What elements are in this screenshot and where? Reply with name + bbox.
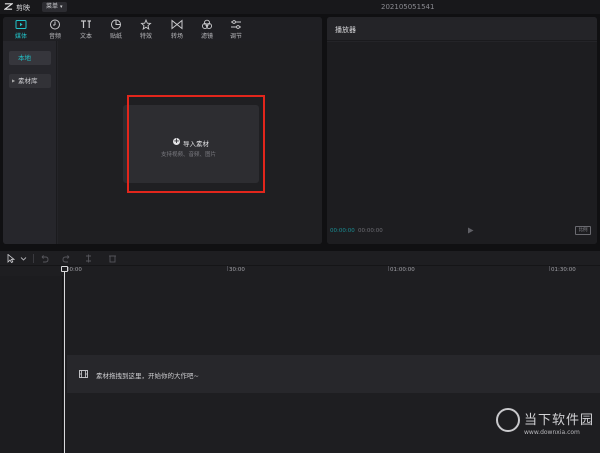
app-name: 剪映 [16, 4, 30, 12]
menu-button-label: 菜单 [46, 3, 59, 10]
menu-button[interactable]: 菜单 ▾ [42, 2, 67, 12]
current-time: 00:00:00 [330, 228, 355, 234]
ruler-tick [549, 266, 550, 271]
player-viewport: 00:00:00 00:00:00 比例 [327, 42, 597, 244]
film-icon [79, 370, 88, 378]
timeline-ruler[interactable]: 00:00 30:00 01:00:00 01:30:00 [0, 266, 600, 276]
adjust-icon [231, 20, 241, 29]
tab-label: 音频 [48, 33, 61, 40]
transition-icon [171, 19, 183, 30]
sidebar-item-label: 素材库 [18, 77, 38, 85]
watermark-url: www.downxia.com [524, 429, 580, 436]
text-icon [81, 20, 91, 28]
tab-label: 媒体 [14, 33, 27, 40]
chevron-down-icon[interactable] [19, 254, 28, 263]
title-bar: 剪映 菜单 ▾ 202105051541 [0, 0, 600, 14]
tab-sticker[interactable]: 贴纸 [101, 17, 131, 41]
tab-transition[interactable]: 转场 [162, 17, 192, 41]
ruler-tick [388, 266, 389, 271]
sidebar-item-library[interactable]: ▶ 素材库 [9, 74, 51, 88]
media-icon [15, 20, 27, 29]
watermark: 当下软件园 www.downxia.com [496, 405, 600, 453]
chevron-right-icon: ▶ [12, 78, 16, 83]
ruler-label: 01:30:00 [551, 267, 576, 273]
ruler-label: 00:00 [66, 267, 82, 273]
redo-icon[interactable] [62, 254, 71, 263]
ruler-tick [227, 266, 228, 271]
player-title: 播放器 [335, 26, 356, 34]
player-header: 播放器 [327, 17, 597, 41]
undo-icon[interactable] [40, 254, 49, 263]
playhead-line [64, 268, 65, 453]
tab-label: 贴纸 [109, 33, 122, 40]
audio-icon [50, 19, 60, 30]
tab-label: 转场 [170, 33, 183, 40]
tab-label: 文本 [79, 33, 92, 40]
ratio-button[interactable]: 比例 [575, 226, 591, 235]
filter-icon [201, 19, 213, 30]
cursor-select-icon[interactable] [7, 254, 16, 263]
toolbar-divider [33, 254, 34, 263]
split-icon[interactable] [84, 254, 93, 263]
track-header-column [0, 276, 63, 453]
timeline-toolbar [0, 251, 600, 266]
chevron-down-icon: ▾ [60, 4, 63, 10]
material-tabbar: 媒体 音频 文本 贴纸 特效 转场 滤镜 调节 [3, 17, 322, 41]
capcut-logo-icon [4, 3, 13, 10]
delete-icon[interactable] [108, 254, 117, 263]
tab-label: 调节 [229, 33, 242, 40]
drop-zone-text: 素材拖拽到这里，开始你的大作吧~ [96, 372, 199, 380]
media-sidebar: 本地 ▶ 素材库 [3, 41, 57, 244]
ruler-label: 30:00 [229, 267, 245, 273]
tab-media[interactable]: 媒体 [6, 17, 36, 41]
playhead-handle[interactable] [61, 266, 68, 272]
project-title: 202105051541 [381, 3, 435, 11]
sidebar-item-local[interactable]: 本地 [9, 51, 51, 65]
player-panel: 播放器 00:00:00 00:00:00 比例 [327, 17, 597, 244]
ruler-label: 01:00:00 [390, 267, 415, 273]
play-icon[interactable] [467, 227, 474, 234]
sticker-icon [111, 19, 121, 30]
tab-audio[interactable]: 音频 [40, 17, 70, 41]
tab-adjust[interactable]: 调节 [221, 17, 251, 41]
main-track-drop-zone[interactable]: 素材拖拽到这里，开始你的大作吧~ [67, 355, 600, 393]
tab-label: 特效 [139, 33, 152, 40]
tab-label: 滤镜 [200, 33, 213, 40]
effects-icon [140, 19, 152, 30]
tab-effects[interactable]: 特效 [131, 17, 161, 41]
tab-text[interactable]: 文本 [71, 17, 101, 41]
watermark-logo-icon [496, 408, 520, 432]
highlight-frame [127, 95, 265, 193]
watermark-brand: 当下软件园 [524, 413, 595, 428]
tab-filter[interactable]: 滤镜 [192, 17, 222, 41]
total-time: 00:00:00 [358, 228, 383, 234]
